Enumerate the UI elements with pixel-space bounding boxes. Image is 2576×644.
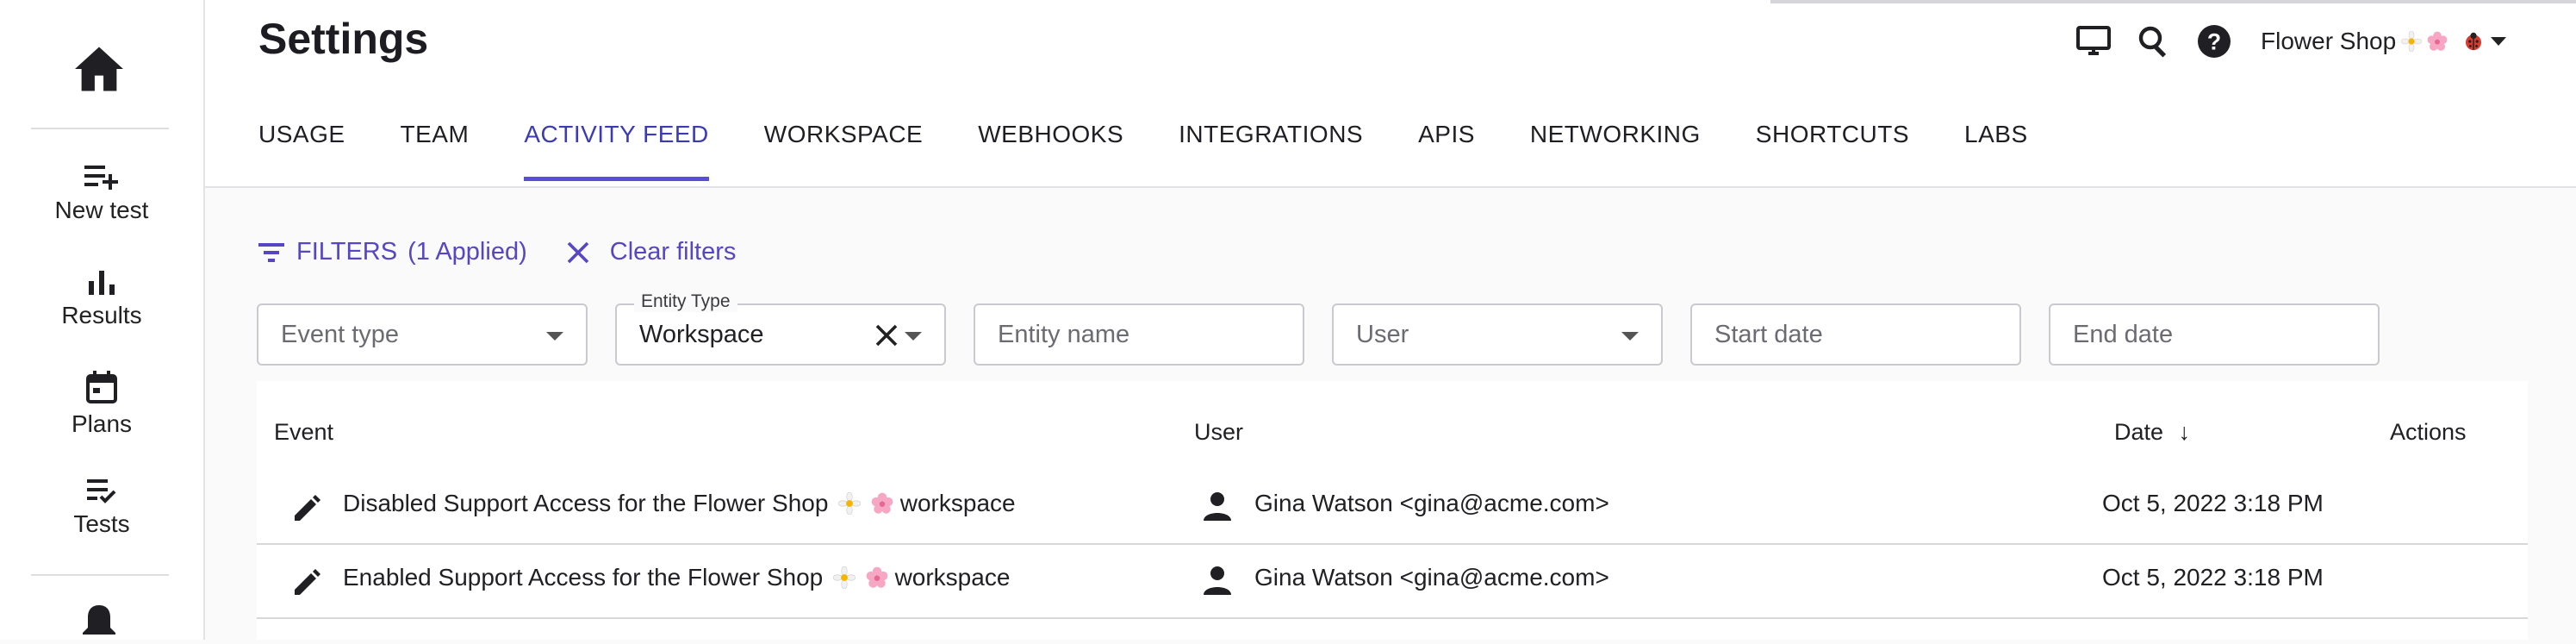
page-title: Settings: [258, 15, 429, 63]
sort-arrow-icon: ↓: [2178, 419, 2191, 445]
home-icon[interactable]: [72, 45, 129, 97]
tab-usage[interactable]: USAGE: [258, 121, 345, 181]
event-description: Enabled Support Access for the Flower Sh…: [343, 564, 1010, 591]
tab-team[interactable]: TEAM: [401, 121, 470, 181]
entity-type-label: Entity Type: [634, 291, 737, 312]
sidebar-item-results[interactable]: Results: [0, 269, 203, 329]
chevron-down-icon: [905, 332, 922, 341]
close-icon: [567, 241, 589, 263]
daisy-icon: [838, 492, 862, 515]
chevron-down-icon: [546, 332, 563, 341]
cherry-blossom-icon: [2427, 31, 2448, 51]
end-date-placeholder: End date: [2073, 320, 2174, 348]
sidebar-item-label: Results: [61, 302, 142, 328]
sidebar: New test Results Plans Tests: [0, 0, 205, 640]
monitor-icon[interactable]: [2075, 22, 2112, 60]
event-type-select[interactable]: Event type: [257, 303, 588, 366]
event-text-suffix: workspace: [894, 564, 1011, 591]
clear-filters-button[interactable]: Clear filters: [567, 238, 737, 266]
calendar-icon: [86, 371, 117, 403]
filters-label: FILTERS: [296, 238, 398, 266]
daisy-icon: [833, 566, 856, 589]
tab-activity-feed[interactable]: ACTIVITY FEED: [524, 121, 710, 181]
cherry-blossom-icon: [866, 566, 888, 588]
sidebar-divider: [31, 128, 169, 129]
activity-table: Event User Date ↓ Actions Disabled Suppo…: [257, 381, 2528, 640]
sidebar-divider: [31, 574, 169, 576]
filters-button[interactable]: FILTERS (1 Applied): [258, 238, 527, 266]
help-icon[interactable]: ?: [2195, 22, 2233, 60]
filter-icon: [258, 242, 284, 262]
clear-selection-icon[interactable]: [874, 322, 899, 348]
date-cell: Oct 5, 2022 3:18 PM: [2102, 490, 2324, 516]
tab-networking[interactable]: NETWORKING: [1530, 121, 1701, 181]
sidebar-item-label: Plans: [71, 410, 133, 437]
filters-bar: FILTERS (1 Applied) Clear filters: [258, 238, 736, 266]
table-row[interactable]: Disabled Support Access for the Flower S…: [257, 469, 2528, 545]
bar-chart-icon: [89, 271, 115, 295]
entity-type-value: Workspace: [639, 320, 764, 348]
start-date-placeholder: Start date: [1714, 320, 1823, 348]
header-actions: ? Flower Shop: [2075, 22, 2507, 60]
event-text: Enabled Support Access for the Flower Sh…: [343, 564, 824, 591]
person-icon: [1204, 492, 1231, 521]
user-select[interactable]: User: [1332, 303, 1663, 366]
user-placeholder: User: [1356, 320, 1409, 348]
tab-labs[interactable]: LABS: [1964, 121, 2028, 181]
date-header-label: Date: [2114, 419, 2164, 445]
tab-webhooks[interactable]: WEBHOOKS: [978, 121, 1123, 181]
pencil-icon: [295, 495, 320, 521]
event-text: Disabled Support Access for the Flower S…: [343, 490, 829, 516]
chevron-down-icon: [1621, 332, 1639, 341]
checklist-icon: [87, 479, 116, 503]
user-cell: Gina Watson <gina@acme.com>: [1254, 490, 1609, 516]
sidebar-item-new-test[interactable]: New test: [0, 164, 203, 224]
column-header-actions: Actions: [2390, 419, 2467, 445]
entity-type-select[interactable]: Entity Type Workspace: [615, 291, 946, 366]
entity-name-input[interactable]: Entity name: [974, 303, 1304, 366]
workspace-menu[interactable]: Flower Shop: [2261, 28, 2507, 55]
sidebar-item-tests[interactable]: Tests: [0, 479, 203, 538]
cherry-blossom-icon: [871, 492, 893, 514]
daisy-icon: [2401, 31, 2423, 52]
end-date-input[interactable]: End date: [2049, 303, 2380, 366]
svg-text:?: ?: [2207, 29, 2221, 55]
clear-filters-label: Clear filters: [609, 238, 737, 266]
bell-icon[interactable]: [79, 603, 119, 644]
tab-shortcuts[interactable]: SHORTCUTS: [1756, 121, 1909, 181]
workspace-name: Flower Shop: [2261, 28, 2397, 54]
sidebar-item-label: New test: [54, 197, 149, 223]
start-date-input[interactable]: Start date: [1690, 303, 2021, 366]
chevron-down-icon: [2491, 37, 2507, 46]
column-header-event[interactable]: Event: [274, 419, 333, 446]
sidebar-item-plans[interactable]: Plans: [0, 371, 203, 438]
column-header-user[interactable]: User: [1194, 419, 1243, 446]
column-header-date[interactable]: Date ↓: [2114, 419, 2190, 446]
table-row[interactable]: Enabled Support Access for the Flower Sh…: [257, 543, 2528, 619]
tab-integrations[interactable]: INTEGRATIONS: [1179, 121, 1363, 181]
search-icon[interactable]: [2135, 22, 2173, 60]
user-cell: Gina Watson <gina@acme.com>: [1254, 564, 1609, 591]
ladybug-icon: [2466, 32, 2482, 51]
event-description: Disabled Support Access for the Flower S…: [343, 490, 1016, 517]
event-type-placeholder: Event type: [281, 320, 400, 348]
tab-workspace[interactable]: WORKSPACE: [764, 121, 923, 181]
sidebar-item-label: Tests: [73, 510, 130, 537]
pencil-icon: [295, 569, 320, 595]
filters-applied-count: (1 Applied): [408, 238, 527, 266]
date-cell: Oct 5, 2022 3:18 PM: [2102, 564, 2324, 591]
settings-tabs: USAGE TEAM ACTIVITY FEED WORKSPACE WEBHO…: [258, 121, 2083, 181]
event-text-suffix: workspace: [899, 490, 1016, 516]
entity-name-placeholder: Entity name: [998, 320, 1130, 348]
top-shadow-line: [1770, 0, 2576, 3]
tab-apis[interactable]: APIS: [1418, 121, 1475, 181]
person-icon: [1204, 566, 1231, 595]
settings-header: Settings ? Flower Shop USAGE TEAM ACTIVI…: [205, 0, 2576, 188]
playlist-add-icon: [84, 166, 118, 190]
